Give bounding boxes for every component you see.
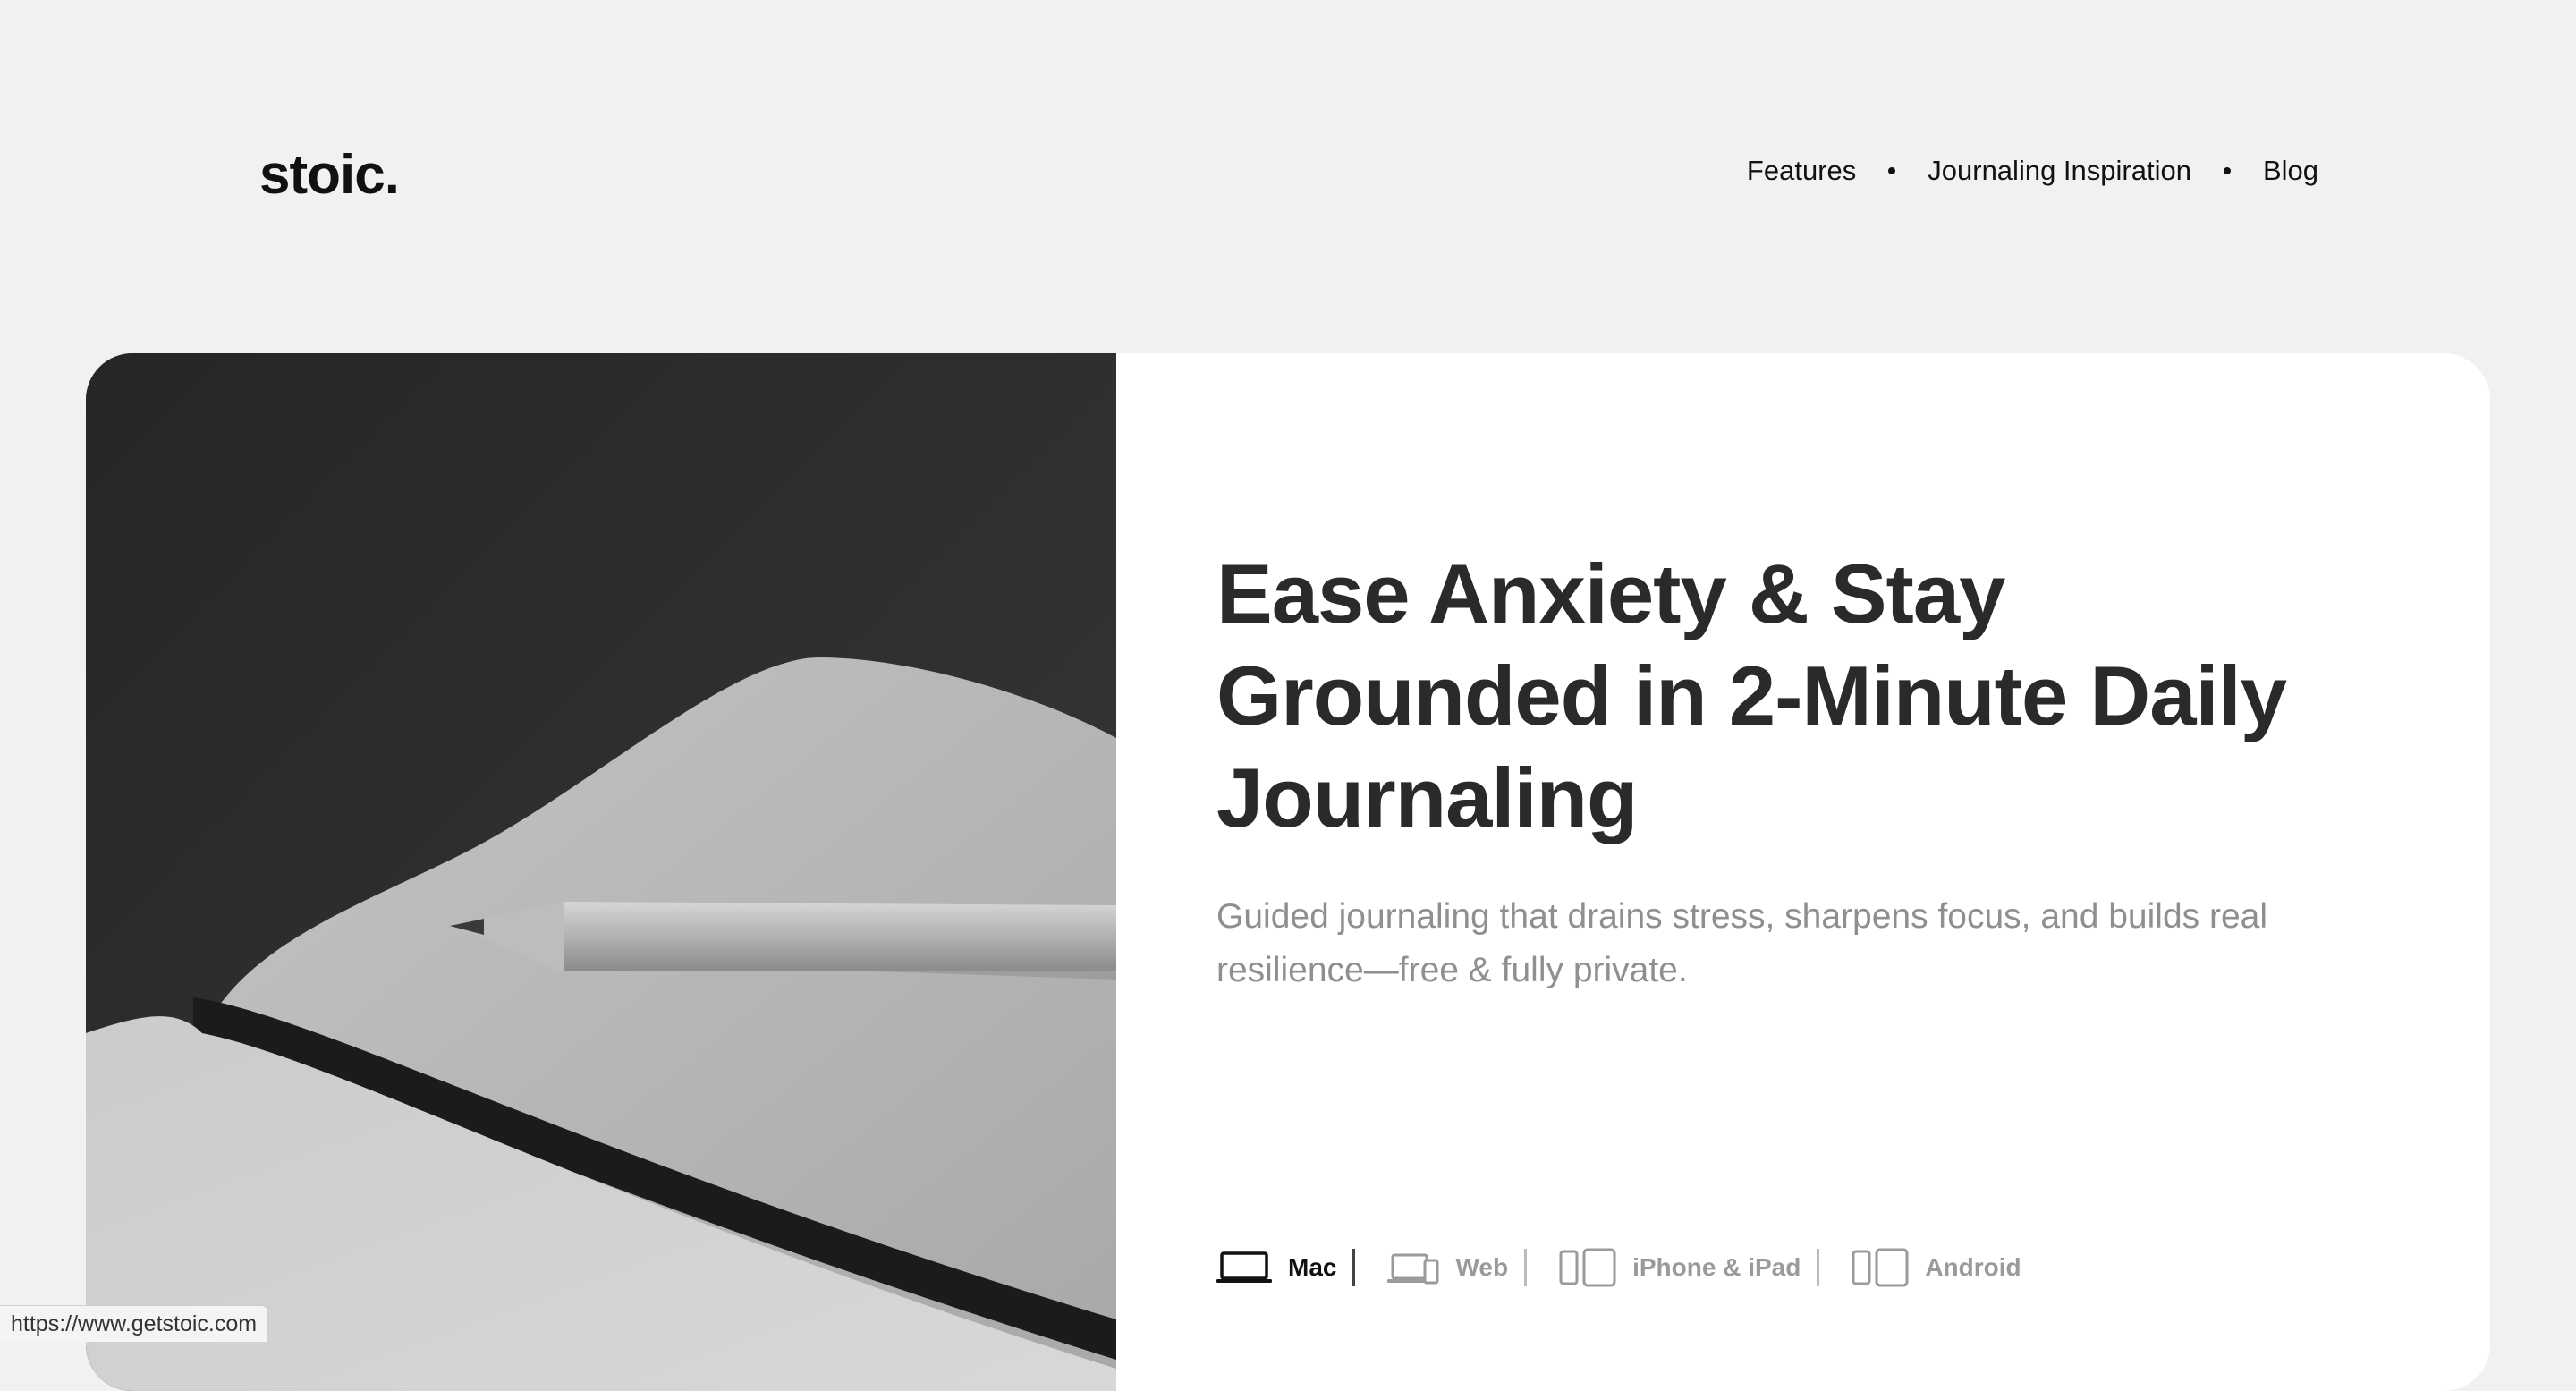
platform-iphone-ipad[interactable]: iPhone & iPad — [1559, 1248, 1801, 1287]
platform-divider — [1524, 1249, 1528, 1286]
nav-separator-dot — [2223, 167, 2231, 174]
logo[interactable]: stoic. — [259, 143, 400, 207]
platform-web[interactable]: Web — [1387, 1250, 1508, 1285]
nav-separator-dot — [1888, 167, 1896, 174]
platform-divider — [1352, 1249, 1356, 1286]
nav-blog-link[interactable]: Blog — [2263, 155, 2318, 187]
hero-card: Ease Anxiety & Stay Grounded in 2-Minute… — [86, 353, 2490, 1391]
android-devices-icon — [1852, 1248, 1909, 1287]
hero-subheadline: Guided journaling that drains stress, sh… — [1216, 897, 2268, 989]
platform-mac-label: Mac — [1288, 1253, 1337, 1281]
main-nav: Features Journaling Inspiration Blog — [1747, 155, 2318, 187]
site-header: stoic. Features Journaling Inspiration B… — [0, 0, 2576, 353]
phone-tablet-icon — [1559, 1248, 1616, 1287]
notebook-pencil-photo — [86, 353, 1116, 1391]
laptop-phone-icon — [1387, 1250, 1439, 1285]
platform-web-label: Web — [1455, 1253, 1509, 1281]
platform-selector: Mac Web iPhone & iPad Android — [1216, 1248, 2021, 1287]
status-bar-url: https://www.getstoic.com — [0, 1305, 269, 1342]
nav-journaling-inspiration-link[interactable]: Journaling Inspiration — [1928, 155, 2191, 187]
hero-photo — [86, 353, 1116, 1391]
laptop-icon — [1216, 1250, 1272, 1285]
hero-headline: Ease Anxiety & Stay Grounded in 2-Minute… — [1216, 547, 2287, 844]
platform-android[interactable]: Android — [1852, 1248, 2021, 1287]
platform-mac[interactable]: Mac — [1216, 1250, 1336, 1285]
platform-android-label: Android — [1925, 1253, 2021, 1281]
platform-iphone-ipad-label: iPhone & iPad — [1632, 1253, 1801, 1281]
platform-divider — [1817, 1249, 1820, 1286]
nav-features-link[interactable]: Features — [1747, 155, 1856, 187]
